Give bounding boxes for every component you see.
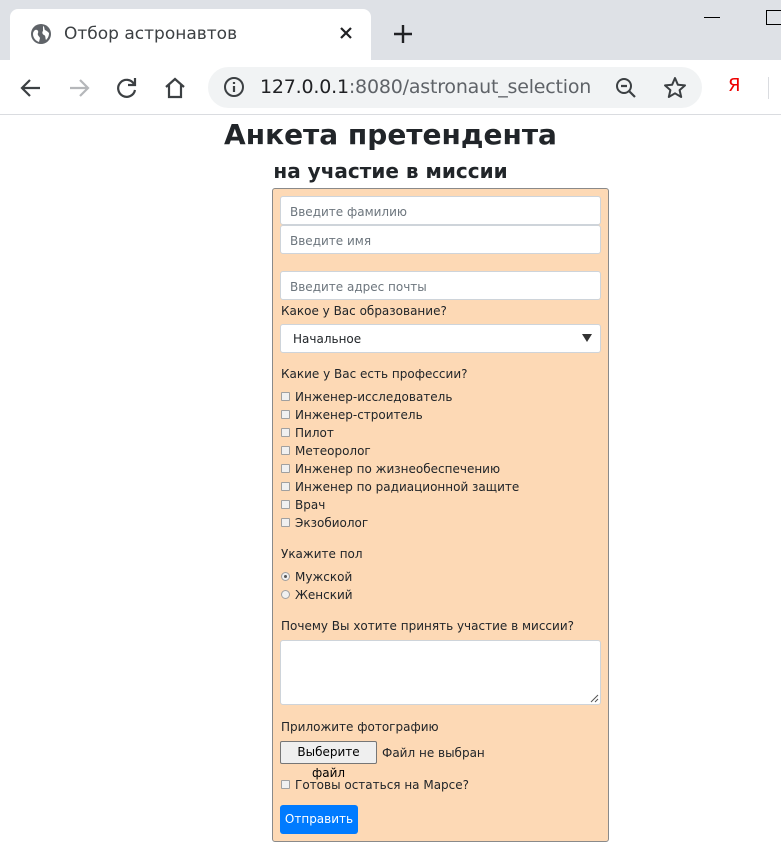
photo-label: Приложите фотографию [281, 720, 439, 734]
browser-toolbar: 127.0.0.1:8080/astronaut_selection Я [0, 60, 781, 115]
zoom-icon[interactable] [614, 76, 638, 100]
profession-label: Инженер-строитель [295, 408, 423, 422]
home-icon[interactable] [162, 75, 188, 101]
address-bar[interactable]: 127.0.0.1:8080/astronaut_selection [208, 67, 702, 108]
checkbox[interactable] [281, 482, 290, 491]
url-text[interactable]: 127.0.0.1:8080/astronaut_selection [260, 76, 591, 98]
checkbox[interactable] [281, 464, 290, 473]
submit-button[interactable]: Отправить [280, 805, 358, 834]
motivation-label: Почему Вы хотите принять участие в мисси… [281, 619, 574, 633]
plus-icon[interactable] [392, 23, 414, 45]
education-value: Начальное [293, 332, 362, 346]
motivation-textarea[interactable] [280, 640, 601, 705]
profession-label: Метеоролог [295, 444, 371, 458]
url-host: 127.0.0.1 [260, 76, 349, 98]
toolbar-divider [768, 77, 769, 99]
sex-option-label: Женский [295, 588, 353, 602]
page-title: Анкета претендента [224, 118, 557, 151]
checkbox[interactable] [281, 500, 290, 509]
checkbox[interactable] [281, 392, 290, 401]
url-path: :8080/astronaut_selection [348, 76, 592, 98]
tab-strip: Отбор астронавтов [0, 0, 781, 60]
sex-option-label: Мужской [295, 570, 353, 584]
education-select[interactable]: Начальное [280, 324, 601, 353]
checkbox[interactable] [281, 780, 290, 789]
radio-checked[interactable] [281, 572, 290, 581]
name-input[interactable]: Введите имя [280, 225, 601, 254]
radio[interactable] [281, 590, 290, 599]
application-form: Введите фамилию Введите имя Введите адре… [272, 188, 609, 842]
back-icon[interactable] [18, 75, 44, 101]
file-status: Файл не выбран [382, 746, 485, 760]
profession-label: Экзобиолог [295, 516, 369, 530]
professions-label: Какие у Вас есть профессии? [281, 367, 468, 381]
reload-icon[interactable] [114, 75, 140, 101]
tab-title: Отбор астронавтов [64, 24, 238, 44]
resize-grip-icon[interactable] [590, 694, 599, 703]
globe-icon [31, 24, 51, 44]
checkbox[interactable] [281, 410, 290, 419]
checkbox[interactable] [281, 446, 290, 455]
profession-label: Инженер по радиационной защите [295, 480, 520, 494]
profession-label: Инженер-исследователь [295, 390, 453, 404]
info-icon[interactable] [223, 76, 245, 98]
profession-label: Врач [295, 498, 326, 512]
profession-label: Пилот [295, 426, 334, 440]
browser-tab[interactable]: Отбор астронавтов [10, 9, 371, 60]
education-label: Какое у Вас образование? [281, 304, 447, 318]
maximize-button[interactable] [766, 10, 781, 25]
forward-icon[interactable] [66, 75, 92, 101]
profession-label: Инженер по жизнеобеспечению [295, 462, 501, 476]
email-input[interactable]: Введите адрес почты [280, 271, 601, 300]
checkbox[interactable] [281, 428, 290, 437]
checkbox[interactable] [281, 518, 290, 527]
surname-input[interactable]: Введите фамилию [280, 196, 601, 225]
yandex-icon[interactable]: Я [728, 75, 741, 96]
minimize-button[interactable] [704, 17, 720, 18]
star-icon[interactable] [662, 75, 688, 101]
sex-label: Укажите пол [281, 547, 363, 561]
close-icon[interactable] [336, 23, 356, 43]
choose-file-button[interactable]: Выберите файл [280, 741, 377, 780]
page-subtitle: на участие в миссии [273, 159, 508, 183]
stay-on-mars-label: Готовы остаться на Марсе? [295, 778, 470, 792]
chevron-down-icon [582, 334, 592, 342]
